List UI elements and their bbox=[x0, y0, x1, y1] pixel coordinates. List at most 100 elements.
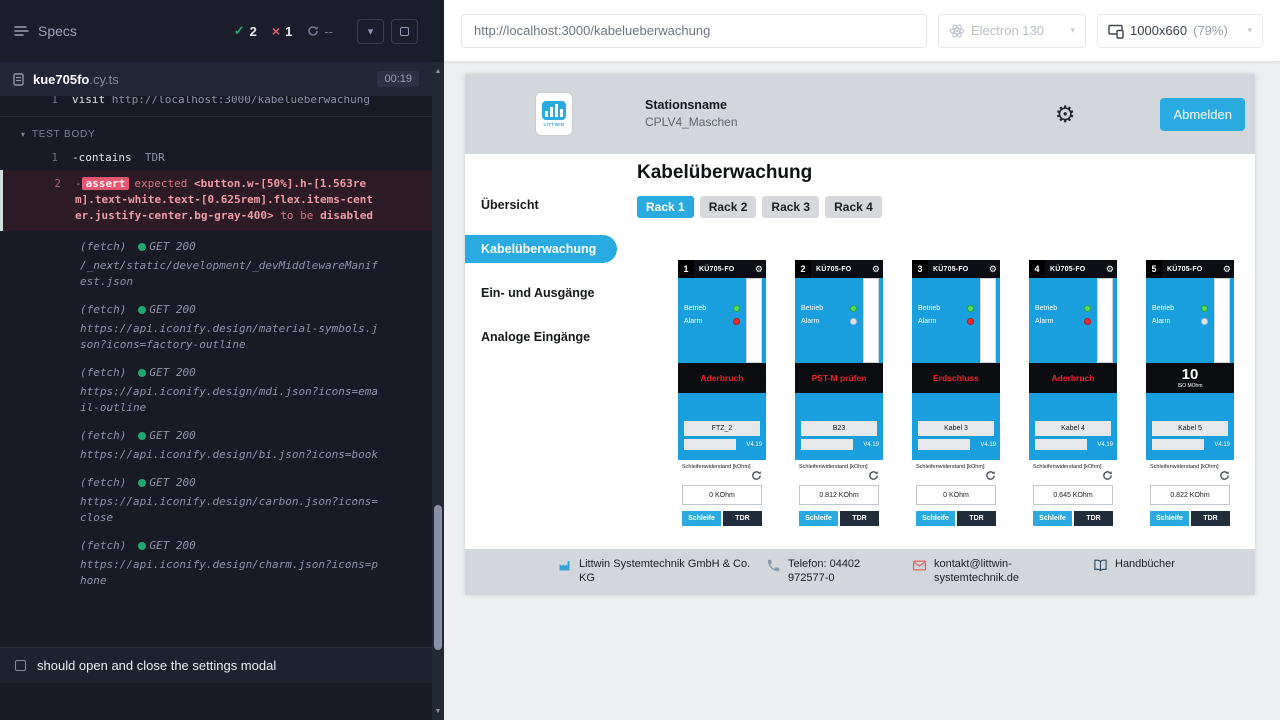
assert-mid: to be bbox=[280, 209, 313, 222]
card-settings-gear-icon[interactable]: ⚙ bbox=[1106, 265, 1114, 274]
network-log-entry[interactable]: (fetch)GET 200 https://api.iconify.desig… bbox=[0, 363, 432, 426]
aut-stage: LITTWIN Stationsname CPLV4_Maschen ⚙ Abm… bbox=[444, 62, 1280, 720]
network-log-entry[interactable]: (fetch) GET 200 https://api.iconify.desig… bbox=[0, 473, 432, 536]
cable-name-field[interactable]: Kabel 5 bbox=[1152, 421, 1228, 436]
fetch-status: GET 200 bbox=[149, 428, 195, 444]
fetch-url: https://api.iconify.design/carbon.json?i… bbox=[80, 494, 382, 526]
scroll-down-icon[interactable]: ▼ bbox=[432, 704, 444, 718]
specs-menu-button[interactable]: Specs bbox=[14, 23, 77, 39]
schleife-button[interactable]: Schleife bbox=[1150, 511, 1189, 526]
logout-button[interactable]: Abmelden bbox=[1160, 98, 1245, 131]
status-text: Aderbruch bbox=[1052, 373, 1095, 383]
reporter-scrollbar[interactable]: ▲ ▼ bbox=[432, 62, 444, 720]
failed-assert-row[interactable]: 2 -assertexpected <button.w-[50%].h-[1.5… bbox=[0, 170, 432, 231]
status-display: Erdschluss bbox=[912, 363, 1000, 393]
cable-name-field[interactable]: Kabel 3 bbox=[918, 421, 994, 436]
schleife-button[interactable]: Schleife bbox=[1033, 511, 1072, 526]
refresh-icon[interactable] bbox=[916, 470, 996, 484]
viewport-select[interactable]: 1000x660 (79%) ▾ bbox=[1097, 14, 1263, 48]
alarm-led bbox=[967, 318, 974, 325]
network-log-entry[interactable]: (fetch)GET 200 https://api.iconify.desig… bbox=[0, 426, 432, 473]
visit-command-row[interactable]: 1 visit http://localhost:3000/kabelueber… bbox=[0, 96, 432, 109]
tab-rack-3[interactable]: Rack 3 bbox=[762, 196, 819, 218]
refresh-icon[interactable] bbox=[682, 470, 762, 484]
station-label: Stationsname bbox=[645, 96, 738, 114]
spec-file-bar[interactable]: kue705fo.cy.ts 00:19 bbox=[0, 62, 432, 96]
network-log-entry[interactable]: (fetch)GET 200 /_next/static/development… bbox=[0, 237, 432, 300]
tab-rack-1[interactable]: Rack 1 bbox=[637, 196, 694, 218]
command-name: contains bbox=[79, 151, 132, 164]
footer-manuals[interactable]: Handbücher bbox=[1093, 557, 1175, 573]
fetch-badge: (fetch) bbox=[80, 302, 126, 318]
footer-email[interactable]: kontakt@littwin-systemtechnik.de bbox=[912, 557, 1049, 586]
reporter-header: Specs ✓2 ×1 -- ▾ bbox=[0, 0, 432, 62]
passed-stat: ✓2 bbox=[234, 23, 257, 39]
settings-gear-icon[interactable]: ⚙ bbox=[1055, 103, 1076, 126]
footer-phone[interactable]: Telefon: 04402 972577-0 bbox=[766, 557, 900, 586]
status-display: 10 ISO MOhm bbox=[1146, 363, 1234, 393]
tdr-button[interactable]: TDR bbox=[1191, 511, 1230, 526]
card-settings-gear-icon[interactable]: ⚙ bbox=[872, 265, 880, 274]
resistance-section: Schleifenwiderstand [kOhm] 0.812 KOhm Sc… bbox=[795, 460, 883, 545]
fetch-badge: (fetch) bbox=[80, 475, 126, 491]
alarm-led bbox=[1201, 318, 1208, 325]
tdr-button[interactable]: TDR bbox=[723, 511, 762, 526]
command-arg: http://localhost:3000/kabelueberwachung bbox=[112, 96, 370, 106]
command-name: visit bbox=[72, 96, 105, 106]
cable-name-field[interactable]: FTZ_2 bbox=[684, 421, 760, 436]
status-dot-icon bbox=[138, 243, 146, 251]
alarm-label: Alarm bbox=[1152, 318, 1170, 325]
tdr-button[interactable]: TDR bbox=[1074, 511, 1113, 526]
card-led-panel: Betrieb Alarm bbox=[1029, 278, 1117, 363]
url-input[interactable]: http://localhost:3000/kabelueberwachung bbox=[461, 14, 927, 48]
sidebar-item-uebersicht[interactable]: Übersicht bbox=[465, 191, 622, 219]
network-log-entry[interactable]: (fetch)GET 200 https://api.iconify.desig… bbox=[0, 300, 432, 363]
fetch-badge: (fetch) bbox=[80, 428, 126, 444]
next-test-row[interactable]: should open and close the settings modal bbox=[0, 647, 432, 683]
collapse-reporter-button[interactable]: ▾ bbox=[357, 19, 384, 44]
betrieb-led bbox=[850, 305, 857, 312]
tab-rack-2[interactable]: Rack 2 bbox=[700, 196, 757, 218]
fetch-status: GET 200 bbox=[149, 475, 195, 491]
sidebar-item-analoge-eingaenge[interactable]: Analoge Eingänge bbox=[465, 323, 622, 351]
chevron-down-icon: ▾ bbox=[1247, 25, 1252, 36]
stop-icon bbox=[400, 27, 409, 36]
tdr-button[interactable]: TDR bbox=[840, 511, 879, 526]
browser-select[interactable]: Electron 130 ▾ bbox=[938, 14, 1086, 48]
cable-name-field[interactable]: B23 bbox=[801, 421, 877, 436]
schleife-button[interactable]: Schleife bbox=[799, 511, 838, 526]
firmware-version: V4.19 bbox=[746, 442, 762, 448]
refresh-icon[interactable] bbox=[799, 470, 879, 484]
card-settings-gear-icon[interactable]: ⚙ bbox=[755, 265, 763, 274]
level-gauge bbox=[980, 278, 996, 363]
contains-command-row[interactable]: 1 -contains TDR bbox=[0, 149, 432, 167]
stop-tests-button[interactable] bbox=[391, 19, 418, 44]
tdr-button[interactable]: TDR bbox=[957, 511, 996, 526]
aut-preview-panel: http://localhost:3000/kabelueberwachung … bbox=[444, 0, 1280, 720]
app-footer: Littwin Systemtechnik GmbH & Co. KG Tele… bbox=[465, 549, 1255, 595]
cable-name-field[interactable]: Kabel 4 bbox=[1035, 421, 1111, 436]
schleife-button[interactable]: Schleife bbox=[916, 511, 955, 526]
status-dot-icon bbox=[138, 306, 146, 314]
refresh-icon[interactable] bbox=[1033, 470, 1113, 484]
betrieb-led bbox=[1201, 305, 1208, 312]
card-settings-gear-icon[interactable]: ⚙ bbox=[989, 265, 997, 274]
app-sidebar: Übersicht Kabelüberwachung Ein- und Ausg… bbox=[465, 154, 622, 549]
refresh-icon[interactable] bbox=[1150, 470, 1230, 484]
test-body-section[interactable]: ▾ TEST BODY bbox=[0, 120, 432, 149]
network-log-entry[interactable]: (fetch)GET 200 https://api.iconify.desig… bbox=[0, 536, 432, 599]
sidebar-item-ein-und-ausgaenge[interactable]: Ein- und Ausgänge bbox=[465, 279, 622, 307]
status-dot-icon bbox=[138, 369, 146, 377]
scroll-up-icon[interactable]: ▲ bbox=[432, 64, 444, 78]
card-header: 5 KÜ705-FO ⚙ bbox=[1146, 260, 1234, 278]
assert-pre: expected bbox=[134, 177, 187, 190]
phone-icon bbox=[766, 558, 781, 573]
specs-list-icon bbox=[14, 25, 29, 37]
app-under-test: LITTWIN Stationsname CPLV4_Maschen ⚙ Abm… bbox=[465, 74, 1255, 595]
tab-rack-4[interactable]: Rack 4 bbox=[825, 196, 882, 218]
card-settings-gear-icon[interactable]: ⚙ bbox=[1223, 265, 1231, 274]
iso-value: 10 bbox=[1182, 367, 1199, 384]
scrollbar-thumb[interactable] bbox=[434, 505, 442, 650]
schleife-button[interactable]: Schleife bbox=[682, 511, 721, 526]
sidebar-item-kabelueberwachung[interactable]: Kabelüberwachung bbox=[465, 235, 617, 263]
